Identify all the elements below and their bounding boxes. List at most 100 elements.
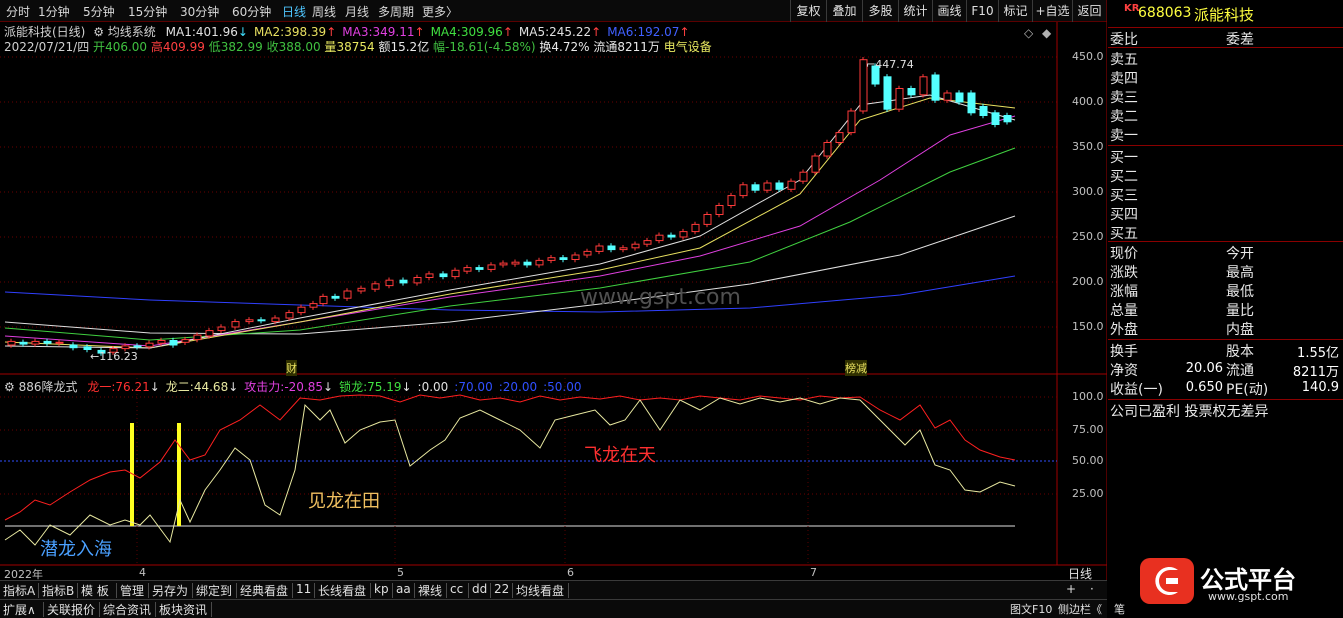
price-tick: 300.0 xyxy=(1072,185,1104,198)
tab-separator xyxy=(314,583,315,598)
bangjian-marker[interactable]: 榜减 xyxy=(845,360,867,376)
stat-label: 流通 xyxy=(1226,363,1254,379)
info-tab[interactable]: 关联报价 xyxy=(47,601,95,618)
tab-separator xyxy=(236,583,237,598)
gear-icon[interactable]: ⚙ xyxy=(4,380,15,394)
candle-body xyxy=(967,92,976,114)
sell-book: 卖五 卖四 卖三 卖二 卖一 xyxy=(1108,48,1343,146)
plus-icon[interactable]: + xyxy=(1066,582,1076,596)
template-tab[interactable]: cc xyxy=(450,582,463,596)
template-tab[interactable]: 指标A xyxy=(3,582,35,599)
candle-body xyxy=(331,295,340,299)
template-tab[interactable]: 22 xyxy=(494,582,509,596)
template-tab[interactable]: 指标B xyxy=(42,582,74,599)
buy-level-label: 买二 xyxy=(1110,169,1138,185)
candle-body xyxy=(309,303,318,308)
tab-separator xyxy=(43,602,44,617)
tab-separator xyxy=(512,583,513,598)
candle-body xyxy=(463,267,472,272)
tab-separator xyxy=(38,583,39,598)
template-tab[interactable]: 均线看盘 xyxy=(516,582,564,599)
candle-body xyxy=(643,240,652,245)
f10-graphic-button[interactable]: 图文F10 xyxy=(1010,601,1052,617)
indicator-item: 龙二:44.68↓ xyxy=(166,380,238,394)
ma5-line xyxy=(4,215,1016,335)
kline-chart[interactable] xyxy=(0,0,1107,600)
tab-separator xyxy=(192,583,193,598)
high-price-label: ⌐447.74 xyxy=(866,58,914,71)
candle-body xyxy=(43,340,52,344)
candle-body xyxy=(181,339,190,343)
candle-body xyxy=(751,184,760,191)
candle-body xyxy=(799,171,808,182)
candle-body xyxy=(385,279,394,287)
indicator-name[interactable]: 886降龙式 xyxy=(19,380,78,394)
info-tab[interactable]: 板块资讯 xyxy=(159,601,207,618)
indicator-number: 0.00 xyxy=(421,380,449,394)
ma-lines xyxy=(4,94,1016,349)
dragon2-line xyxy=(4,397,1016,546)
candle-body xyxy=(319,295,328,305)
candle-body xyxy=(511,261,520,265)
sell-level-label: 卖二 xyxy=(1110,109,1138,125)
candle-body xyxy=(55,341,64,344)
indicator-arrow-icon: ↓ xyxy=(149,380,160,394)
info-tab[interactable]: 综合资讯 xyxy=(103,601,151,618)
tab-separator xyxy=(116,583,117,598)
candle-body xyxy=(399,279,408,284)
sidebar-toggle[interactable]: 侧边栏《 xyxy=(1058,601,1102,617)
candle-body xyxy=(631,243,640,249)
template-tab[interactable]: 11 xyxy=(296,582,311,596)
template-tab[interactable]: 绑定到 xyxy=(196,582,232,599)
indicator-number: 75.19 xyxy=(367,380,402,394)
price-tick: 150.0 xyxy=(1072,320,1104,333)
info-tab[interactable]: 扩展∧ xyxy=(3,601,36,618)
cai-marker[interactable]: 财 xyxy=(286,360,297,376)
indicator-label: 锁龙: xyxy=(339,380,368,394)
indicator-number: 44.68 xyxy=(193,380,229,394)
template-tab[interactable]: 裸线 xyxy=(418,582,442,599)
stock-header: KR 688063 派能科技 xyxy=(1108,0,1343,28)
tab-separator xyxy=(568,583,569,598)
template-tab[interactable]: 管理 xyxy=(120,582,144,599)
tab-separator xyxy=(490,583,491,598)
template-tab[interactable]: aa xyxy=(396,582,411,596)
candle-body xyxy=(31,340,40,345)
candle-body xyxy=(499,262,508,266)
template-tab[interactable]: kp xyxy=(374,582,389,596)
template-tab[interactable]: 模 板 xyxy=(81,582,109,599)
stock-name: 派能科技 xyxy=(1194,6,1255,24)
indicator-arrow-icon: ↓ xyxy=(401,380,412,394)
candle-body xyxy=(487,264,496,270)
dot-icon[interactable]: · xyxy=(1090,582,1094,596)
tab-separator xyxy=(155,602,156,617)
candle-body xyxy=(895,88,904,110)
sell-level-label: 卖一 xyxy=(1110,128,1138,144)
candle-body xyxy=(217,326,226,332)
pen-button[interactable]: 笔 xyxy=(1114,601,1125,617)
buy-level-label: 买三 xyxy=(1110,188,1138,204)
candle-body xyxy=(919,76,928,96)
tab-separator xyxy=(414,583,415,598)
indicator-arrow-icon: ↓ xyxy=(228,380,239,394)
phrase-feilong: 飞龙在天 xyxy=(584,445,656,466)
template-tab[interactable]: 长线看盘 xyxy=(318,582,366,599)
template-tab[interactable]: 另存为 xyxy=(152,582,188,599)
quote-label: 涨跌 xyxy=(1110,265,1138,281)
ma1-line xyxy=(4,94,1016,349)
quote-label: 最低 xyxy=(1226,284,1254,300)
candle-body xyxy=(559,257,568,261)
quote-label: 量比 xyxy=(1226,303,1254,319)
indicator-grid xyxy=(0,396,1057,495)
tab-separator xyxy=(211,602,212,617)
tab-separator xyxy=(99,602,100,617)
candle-body xyxy=(343,290,352,299)
template-tab[interactable]: dd xyxy=(472,582,487,596)
price-tick: 250.0 xyxy=(1072,230,1104,243)
indicator-item: 龙一:76.21↓ xyxy=(87,380,159,394)
candle-body xyxy=(439,273,448,278)
time-month-6: 6 xyxy=(567,566,574,579)
candle-body xyxy=(245,319,254,323)
template-tab[interactable]: 经典看盘 xyxy=(240,582,288,599)
buy-level-label: 买五 xyxy=(1110,226,1138,242)
